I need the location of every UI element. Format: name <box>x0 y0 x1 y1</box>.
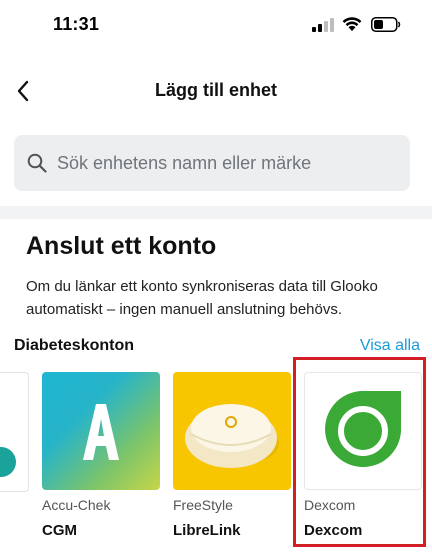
dexcom-logo-icon <box>325 391 401 467</box>
librelink-logo <box>173 372 291 490</box>
section-heading: Anslut ett konto <box>26 232 217 260</box>
section-divider <box>0 206 432 219</box>
diabetes-accounts-title: Diabeteskonton <box>14 337 135 354</box>
libre-sensor-icon <box>185 404 279 468</box>
status-bar: 11:31 <box>0 0 432 50</box>
section-description: Om du länkar ett konto synkroniseras dat… <box>26 278 378 318</box>
card-name: CGM <box>42 522 77 539</box>
cellular-signal-icon <box>312 18 334 32</box>
accu-chek-logo <box>42 372 160 490</box>
nav-bar: Lägg till enhet <box>0 62 432 120</box>
account-card-accu-chek[interactable]: Accu-Chek CGM <box>42 372 160 539</box>
card-brand: Dexcom <box>304 497 356 513</box>
account-card-freestyle[interactable]: FreeStyle LibreLink <box>173 372 291 539</box>
search-input[interactable] <box>57 152 387 174</box>
account-card-dexcom[interactable]: Dexcom Dexcom <box>304 372 422 539</box>
status-time: 11:31 <box>53 14 100 34</box>
battery-icon <box>371 17 401 32</box>
dexcom-logo <box>304 372 422 490</box>
partial-logo-circle <box>0 447 16 477</box>
page-title: Lägg till enhet <box>154 80 277 100</box>
accu-chek-a-icon <box>83 404 119 460</box>
card-name: Dexcom <box>304 522 363 539</box>
search-box[interactable] <box>14 135 410 191</box>
see-all-link[interactable]: Visa alla <box>360 337 420 355</box>
card-brand: FreeStyle <box>173 497 233 513</box>
diabetes-accounts-header: Diabeteskonton Visa alla <box>14 337 420 357</box>
search-icon <box>27 153 47 173</box>
wifi-icon <box>342 17 362 31</box>
card-name: LibreLink <box>173 522 241 539</box>
card-brand: Accu-Chek <box>42 497 111 513</box>
partial-account-card[interactable] <box>0 372 29 492</box>
